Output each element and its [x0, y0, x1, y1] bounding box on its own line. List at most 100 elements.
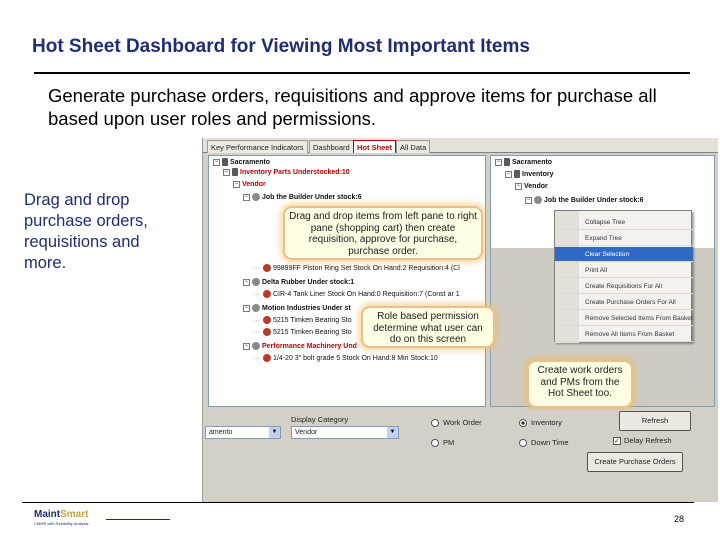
context-menu-item[interactable]: Collapse Tree — [555, 215, 693, 230]
tree-item-label: Job the Builder Under stock:6 — [262, 194, 362, 201]
context-menu-item[interactable]: Clear Selection — [555, 247, 693, 262]
display-category-value: Vendor — [295, 429, 318, 436]
radio-inventory[interactable]: Inventory — [519, 418, 562, 428]
tree-item[interactable]: − Inventory Parts Understocked:10 — [223, 168, 350, 178]
cancel-icon — [252, 278, 260, 287]
callout-drag-drop: Drag and drop items from left pane to ri… — [283, 206, 483, 260]
side-text: Drag and drop purchase orders, requisiti… — [24, 191, 148, 272]
tab-kpi[interactable]: Key Performance Indicators — [207, 140, 308, 153]
tree-item[interactable]: ··· 99899FF Piston Ring Set Stock On Hand… — [253, 264, 460, 274]
tree-item-label: 5215 Timken Bearing Sto — [273, 317, 352, 324]
tree-item-label: 5215 Timken Bearing Sto — [273, 329, 352, 336]
part-icon — [263, 290, 271, 299]
expand-toggle-icon[interactable]: − — [243, 342, 250, 350]
expand-toggle-icon[interactable]: − — [243, 193, 250, 201]
chevron-down-icon[interactable]: ▼ — [269, 427, 280, 438]
tab-all-data[interactable]: All Data — [396, 140, 431, 153]
context-menu-item[interactable]: Create Purchase Orders For All — [555, 295, 693, 310]
create-purchase-orders-button[interactable]: Create Purchase Orders — [587, 452, 683, 472]
bottom-controls: Display Category amento ▼ Vendor ▼ Work … — [203, 410, 718, 502]
site-combo[interactable]: amento ▼ — [205, 426, 281, 439]
radio-work-order[interactable]: Work Order — [431, 418, 482, 428]
context-menu-item[interactable]: Print All — [555, 263, 693, 278]
logo-tagline: CMMS with Reliability Analysis — [34, 521, 89, 526]
tab-hot-sheet[interactable]: Hot Sheet — [353, 140, 397, 153]
tree-item[interactable]: − Vendor — [515, 182, 548, 192]
logo-accent-text: Smart — [60, 509, 89, 520]
tree-item[interactable]: − Inventory — [505, 170, 554, 180]
expand-toggle-icon[interactable]: − — [515, 182, 522, 190]
tree-item-label: Sacramento — [230, 159, 271, 166]
display-category-label: Display Category — [291, 415, 349, 424]
expand-toggle-icon[interactable]: − — [243, 278, 250, 286]
company-logo: MaintSmart CMMS with Reliability Analysi… — [34, 509, 170, 526]
folder-icon — [222, 158, 228, 167]
expand-toggle-icon[interactable]: − — [505, 170, 512, 178]
delay-refresh-label: Delay Refresh — [624, 436, 672, 445]
tree-item[interactable]: ··· 1/4-20 3" bolt grade 5 Stock On Hand:… — [253, 354, 438, 364]
delay-refresh-checkbox[interactable]: ✓ Delay Refresh — [613, 436, 672, 446]
expand-toggle-icon[interactable]: − — [495, 158, 502, 166]
tree-item[interactable]: − Performance Machinery Und — [243, 342, 357, 352]
title-rule — [34, 72, 690, 74]
tree-item[interactable]: ··· 5215 Timken Bearing Sto — [253, 316, 352, 326]
tree-connector: ··· — [253, 329, 260, 336]
tree-item[interactable]: − Sacramento — [495, 158, 552, 168]
folder-icon — [504, 158, 510, 167]
tree-item[interactable]: − Job the Builder Under stock:6 — [243, 193, 362, 203]
logo-swoosh — [106, 519, 170, 520]
radio-pm-label: PM — [443, 438, 455, 447]
tree-item[interactable]: − Vendor — [233, 180, 266, 190]
tree-item-label: Sacramento — [512, 159, 553, 166]
context-menu-item[interactable]: Expand Tree — [555, 231, 693, 246]
tree-item-label: Vendor — [242, 181, 266, 188]
refresh-button[interactable]: Refresh — [619, 411, 691, 431]
tree-item-label: Vendor — [524, 183, 548, 190]
tree-connector: ··· — [253, 355, 260, 362]
tree-connector: ··· — [253, 291, 260, 298]
part-icon — [263, 328, 271, 337]
tree-item-label: Inventory — [522, 171, 554, 178]
tree-item-label: 99899FF Piston Ring Set Stock On Hand:2 … — [273, 265, 460, 272]
tree-item[interactable]: − Sacramento — [213, 158, 270, 168]
expand-toggle-icon[interactable]: − — [233, 180, 240, 188]
context-menu-item[interactable]: Create Requisitions For All — [555, 279, 693, 294]
tree-item[interactable]: ··· 5215 Timken Bearing Sto — [253, 328, 352, 338]
display-category-combo[interactable]: Vendor ▼ — [291, 426, 399, 439]
radio-inventory-label: Inventory — [531, 418, 562, 427]
expand-toggle-icon[interactable]: − — [525, 196, 532, 204]
radio-dot[interactable] — [431, 419, 439, 428]
tree-item-label: 1/4-20 3" bolt grade 5 Stock On Hand:8 M… — [273, 355, 438, 362]
cancel-icon — [534, 196, 542, 205]
tab-dashboard[interactable]: Dashboard — [309, 140, 354, 153]
left-tree-pane[interactable]: − Sacramento − Inventory Parts Understocked… — [208, 155, 486, 407]
chevron-down-icon[interactable]: ▼ — [387, 427, 398, 438]
radio-dot[interactable] — [519, 419, 527, 428]
context-menu-item[interactable]: Remove Selected Items From Basket — [555, 311, 693, 326]
app-screenshot: Key Performance Indicators Dashboard Hot… — [202, 138, 718, 502]
context-menu-item[interactable]: Remove All Items From Basket — [555, 327, 693, 342]
folder-icon — [514, 170, 520, 179]
part-icon — [263, 354, 271, 363]
cancel-icon — [252, 193, 260, 202]
radio-dot[interactable] — [431, 439, 439, 448]
logo-main-text: Maint — [34, 509, 61, 520]
tree-item[interactable]: − Delta Rubber Under stock:1 — [243, 278, 354, 288]
callout-role-based: Role based permission determine what use… — [361, 306, 495, 348]
tree-item-label: Motion Industries Under st — [262, 305, 351, 312]
tree-item-label: Performance Machinery Und — [262, 343, 357, 350]
expand-toggle-icon[interactable]: − — [213, 158, 220, 166]
tree-item[interactable]: − Motion Industries Under st — [243, 304, 351, 314]
expand-toggle-icon[interactable]: − — [223, 168, 230, 176]
checkbox-checked-icon[interactable]: ✓ — [613, 437, 621, 446]
expand-toggle-icon[interactable]: − — [243, 304, 250, 312]
site-combo-value: amento — [209, 429, 233, 436]
tree-item[interactable]: ··· CIR-4 Tank Liner Stock On Hand:0 Requ… — [253, 290, 460, 300]
radio-down-time[interactable]: Down Time — [519, 438, 569, 448]
folder-icon — [232, 168, 238, 177]
radio-pm[interactable]: PM — [431, 438, 455, 448]
slide-title: Hot Sheet Dashboard for Viewing Most Imp… — [32, 36, 530, 57]
cancel-icon — [252, 342, 260, 351]
radio-dot[interactable] — [519, 439, 527, 448]
tree-item[interactable]: − Job the Builder Under stock:6 — [525, 196, 644, 206]
